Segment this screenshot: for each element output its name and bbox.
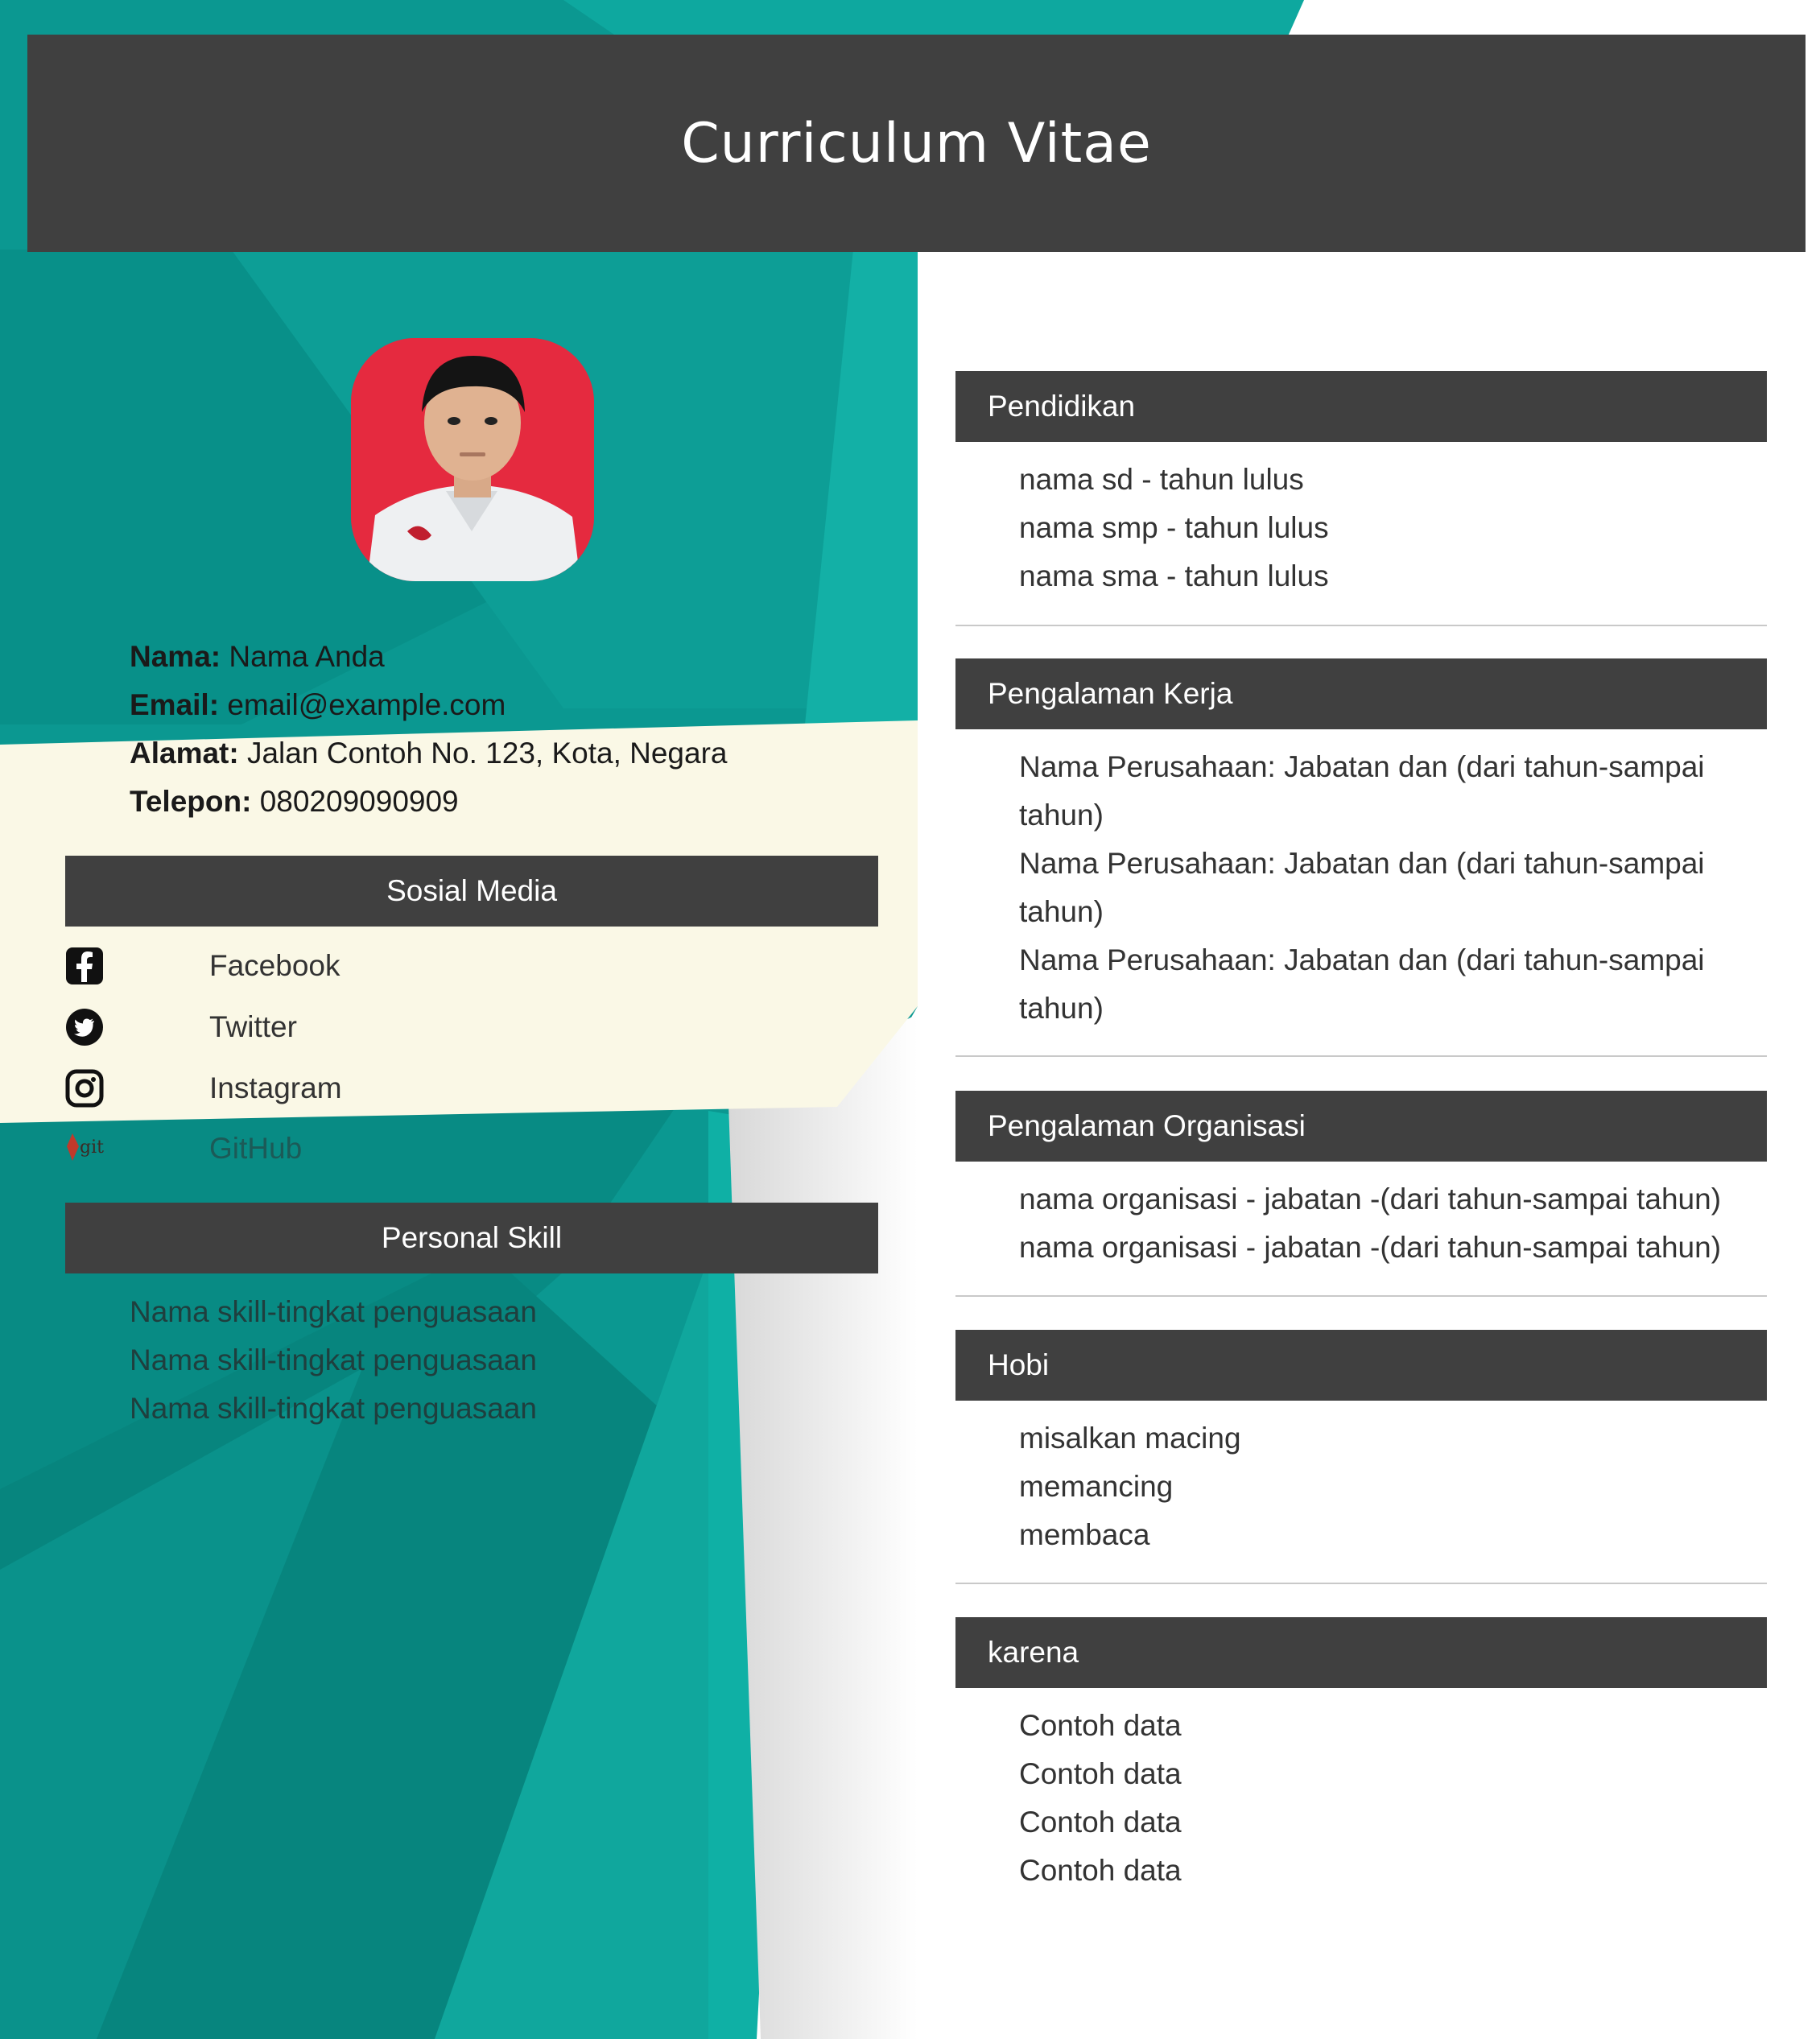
section-list-karena: Contoh data Contoh data Contoh data Cont… — [1019, 1702, 1182, 1895]
list-item: Nama Perusahaan: Jabatan dan (dari tahun… — [1019, 847, 1705, 880]
info-alamat: Alamat: Jalan Contoh No. 123, Kota, Nega… — [130, 737, 728, 770]
section-list-pendidikan: nama sd - tahun lulus nama smp - tahun l… — [1019, 456, 1329, 601]
list-item: Contoh data — [1019, 1806, 1182, 1839]
social-media-header: Sosial Media — [65, 856, 878, 927]
section-list-pengalaman-kerja: Nama Perusahaan: Jabatan dan (dari tahun… — [1019, 743, 1705, 1033]
list-item: nama organisasi - jabatan -(dari tahun-s… — [1019, 1231, 1722, 1264]
social-item-github[interactable]: git GitHub — [64, 1125, 789, 1173]
list-item: Nama Perusahaan: Jabatan dan (dari tahun… — [1019, 943, 1705, 976]
section-header-pengalaman-kerja: Pengalaman Kerja — [955, 658, 1767, 729]
info-nama: Nama: Nama Anda — [130, 640, 385, 673]
skills-list: Nama skill-tingkat penguasaan Nama skill… — [130, 1288, 537, 1433]
list-item: tahun) — [1019, 992, 1104, 1025]
facebook-icon — [64, 946, 105, 986]
git-icon: git — [64, 1129, 105, 1169]
page-header: Curriculum Vitae — [27, 35, 1806, 252]
list-item: Nama Perusahaan: Jabatan dan (dari tahun… — [1019, 750, 1705, 783]
section-header-pendidikan: Pendidikan — [955, 371, 1767, 442]
list-item: membaca — [1019, 1518, 1150, 1551]
list-item: tahun) — [1019, 799, 1104, 832]
list-item: Nama skill-tingkat penguasaan — [130, 1295, 537, 1328]
instagram-icon — [64, 1068, 105, 1108]
divider — [955, 1295, 1767, 1297]
list-item: memancing — [1019, 1470, 1174, 1503]
list-item: Nama skill-tingkat penguasaan — [130, 1392, 537, 1425]
list-item: Contoh data — [1019, 1709, 1182, 1742]
page-title: Curriculum Vitae — [681, 111, 1152, 175]
info-telepon: Telepon: 080209090909 — [130, 785, 459, 818]
info-email: Email: email@example.com — [130, 688, 506, 721]
list-item: nama organisasi - jabatan -(dari tahun-s… — [1019, 1183, 1722, 1216]
list-item: nama smp - tahun lulus — [1019, 511, 1329, 544]
list-item: misalkan macing — [1019, 1422, 1241, 1455]
divider — [955, 625, 1767, 626]
list-item: Contoh data — [1019, 1757, 1182, 1790]
divider — [955, 1583, 1767, 1584]
profile-photo — [351, 338, 594, 581]
person-photo-icon — [351, 338, 594, 581]
section-header-hobi: Hobi — [955, 1330, 1767, 1401]
svg-text:git: git — [80, 1137, 104, 1158]
list-item: Contoh data — [1019, 1854, 1182, 1887]
list-item: nama sd - tahun lulus — [1019, 463, 1304, 496]
personal-skill-header: Personal Skill — [65, 1203, 878, 1273]
list-item: nama sma - tahun lulus — [1019, 559, 1329, 592]
list-item: tahun) — [1019, 895, 1104, 928]
social-item-twitter[interactable]: Twitter — [64, 1003, 789, 1051]
personal-info: Nama: Nama Anda Email: email@example.com… — [130, 633, 902, 826]
social-item-facebook[interactable]: Facebook — [64, 942, 789, 990]
list-item: Nama skill-tingkat penguasaan — [130, 1344, 537, 1377]
social-item-instagram[interactable]: Instagram — [64, 1064, 789, 1112]
cv-page: Curriculum Vitae Nama: Nama Anda Email: … — [0, 0, 1820, 2039]
section-header-karena: karena — [955, 1617, 1767, 1688]
twitter-icon — [64, 1007, 105, 1047]
divider — [955, 1055, 1767, 1057]
section-header-pengalaman-organisasi: Pengalaman Organisasi — [955, 1091, 1767, 1162]
section-list-pengalaman-organisasi: nama organisasi - jabatan -(dari tahun-s… — [1019, 1175, 1721, 1272]
section-list-hobi: misalkan macing memancing membaca — [1019, 1414, 1241, 1559]
